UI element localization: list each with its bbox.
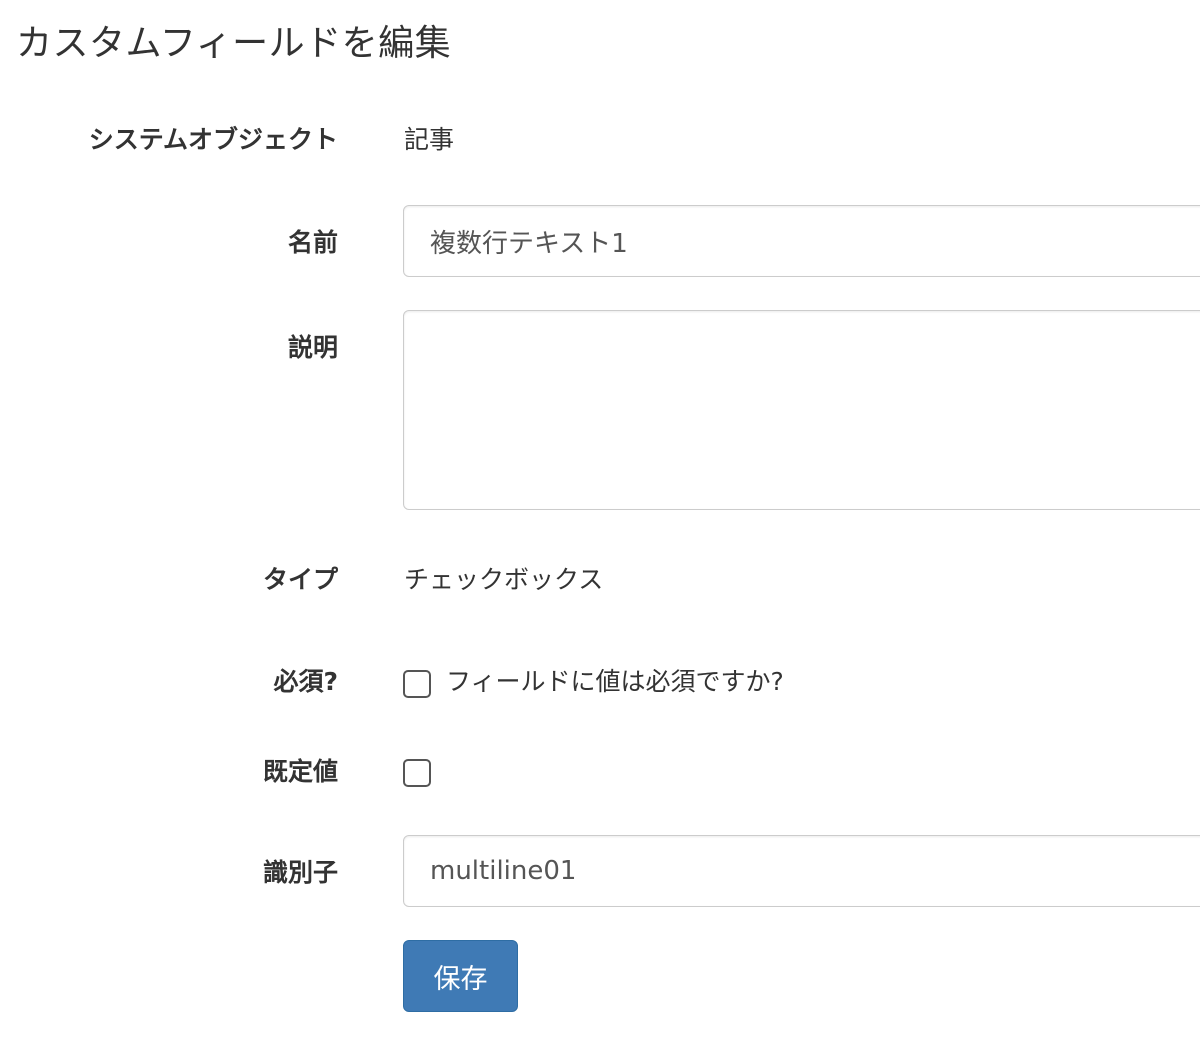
name-input[interactable] — [403, 205, 1200, 277]
system-object-value: 記事 — [404, 125, 455, 154]
default-value-checkbox[interactable] — [403, 759, 431, 787]
name-label: 名前 — [287, 228, 338, 257]
name-row: 名前 — [0, 205, 1200, 277]
description-textarea[interactable] — [403, 310, 1200, 510]
type-value: チェックボックス — [404, 565, 604, 594]
required-row: 必須? フィールドに値は必須ですか? — [0, 662, 1200, 702]
system-object-label: システムオブジェクト — [88, 125, 338, 154]
system-object-row: システムオブジェクト 記事 — [0, 120, 1200, 160]
description-row: 説明 — [0, 310, 1200, 510]
default-value-label: 既定値 — [262, 757, 338, 786]
type-label: タイプ — [262, 565, 338, 594]
required-checkbox[interactable] — [403, 670, 431, 698]
description-label: 説明 — [287, 333, 338, 362]
page-title: カスタムフィールドを編集 — [16, 23, 452, 64]
type-row: タイプ チェックボックス — [0, 560, 1200, 600]
required-label: 必須? — [273, 667, 338, 696]
identifier-label: 識別子 — [262, 858, 338, 887]
identifier-row: 識別子 — [0, 835, 1200, 907]
save-button[interactable]: 保存 — [403, 940, 518, 1012]
identifier-input[interactable] — [403, 835, 1200, 907]
default-value-row: 既定値 — [0, 752, 1200, 792]
required-checkbox-label[interactable]: フィールドに値は必須ですか? — [446, 662, 784, 698]
